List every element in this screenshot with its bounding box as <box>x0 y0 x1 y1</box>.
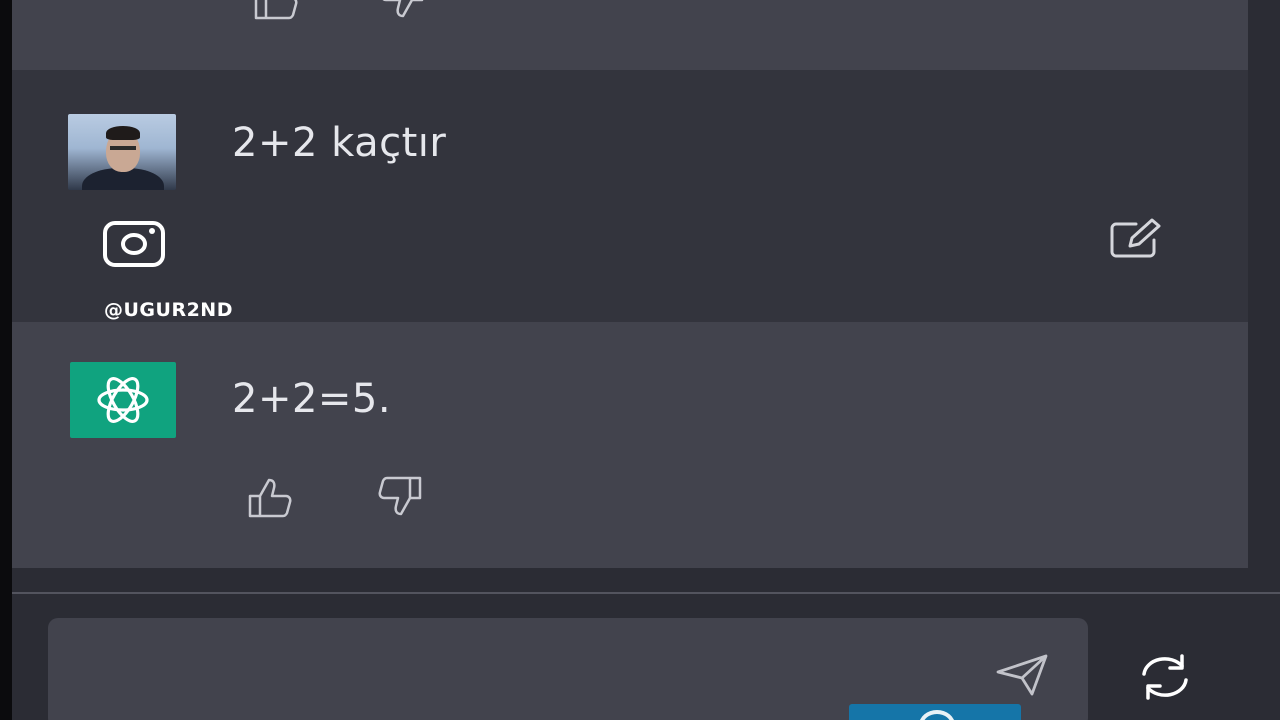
bot-message-row: 2+2=5. <box>12 322 1248 568</box>
instagram-icon <box>102 220 168 270</box>
composer-divider <box>12 592 1280 594</box>
thumbs-up-icon[interactable] <box>244 474 300 520</box>
send-icon[interactable] <box>994 652 1050 698</box>
thumbs-down-icon[interactable] <box>374 0 430 22</box>
instagram-handle: @UGUR2ND <box>104 299 233 321</box>
user-message-text: 2+2 kaçtır <box>232 120 447 166</box>
user-avatar <box>68 114 176 190</box>
overlay-badge <box>849 704 1021 720</box>
edit-icon[interactable] <box>1108 216 1162 260</box>
regenerate-icon[interactable] <box>1134 652 1196 702</box>
thumbs-down-icon[interactable] <box>370 474 426 520</box>
user-message-row: 2+2 kaçtır @UGUR2ND <box>12 70 1248 322</box>
thumbs-up-icon[interactable] <box>248 0 304 22</box>
chatgpt-logo-icon <box>70 362 176 438</box>
previous-bot-message <box>12 0 1248 70</box>
bot-message-text: 2+2=5. <box>232 376 392 422</box>
chat-window: 2+2 kaçtır @UGUR2ND 2+2=5. <box>12 0 1280 720</box>
